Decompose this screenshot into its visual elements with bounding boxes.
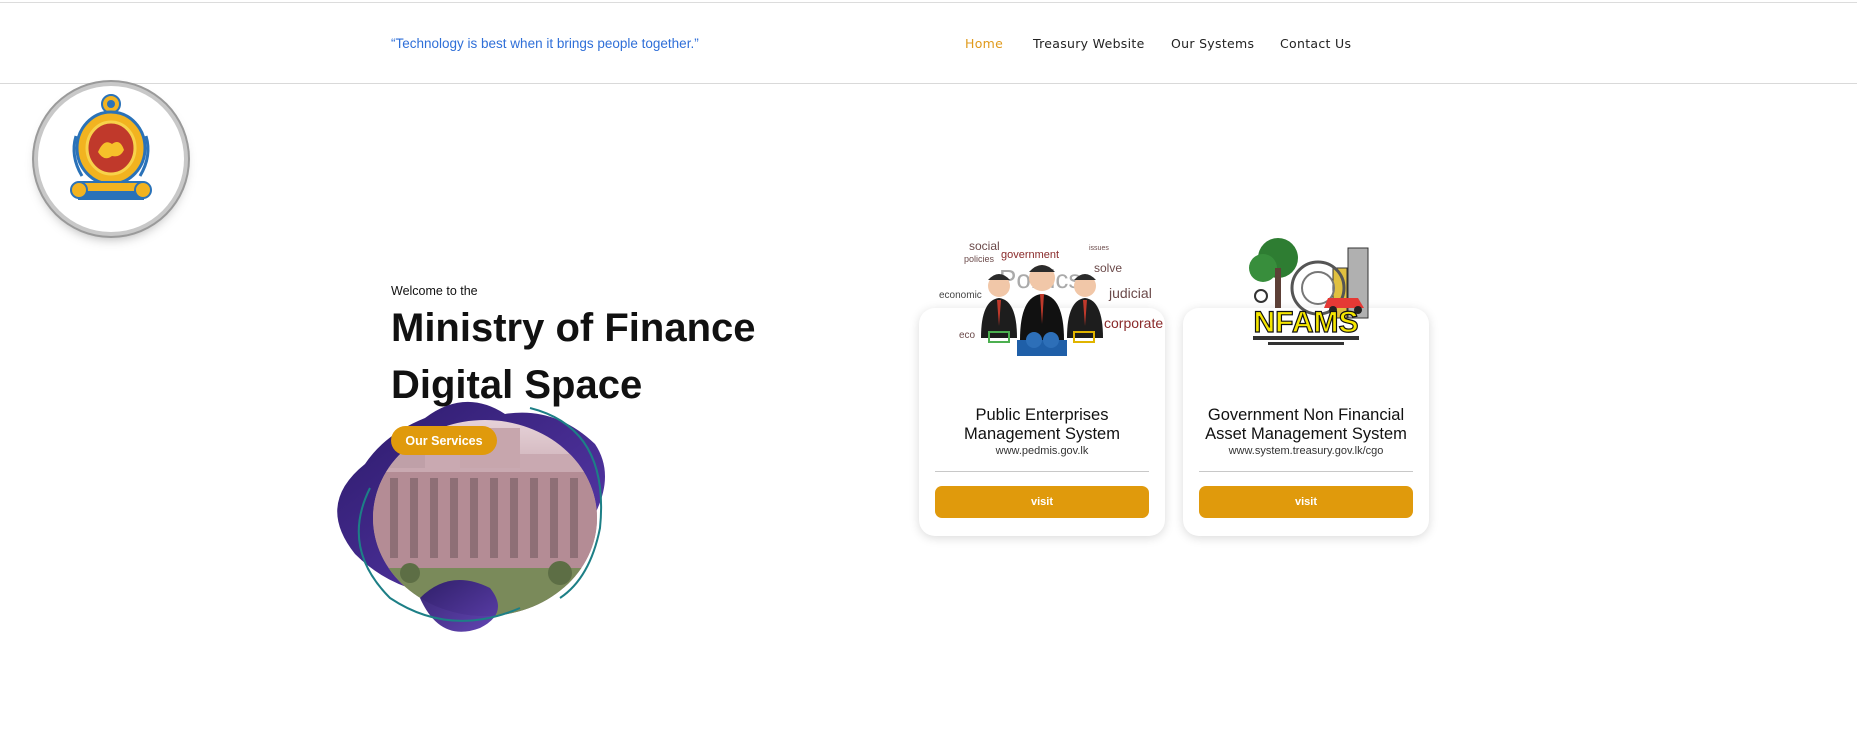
card-title-line-2: Asset Management System: [1205, 425, 1407, 443]
card-url: www.system.treasury.gov.lk/cgo: [1228, 445, 1384, 457]
business-people: [981, 265, 1103, 340]
card-title: Public Enterprises Management System: [929, 406, 1155, 444]
visit-nfams-button[interactable]: visit: [1199, 486, 1413, 518]
site-header: “Technology is best when it brings peopl…: [0, 3, 1857, 84]
svg-text:judicial: judicial: [1108, 285, 1152, 301]
card-title-line-2: Management System: [964, 425, 1120, 443]
business-people-word-cloud-icon: social policies government issues solve …: [939, 239, 1163, 356]
nav-our-systems[interactable]: Our Systems: [1171, 36, 1254, 51]
visit-pedmis-button[interactable]: visit: [935, 486, 1149, 518]
nfams-logo-text: NFAMS: [1254, 306, 1359, 339]
card-title-line-1: Public Enterprises: [975, 406, 1109, 424]
page-title: Ministry of Finance Digital Space: [391, 300, 811, 414]
nav-treasury-website[interactable]: Treasury Website: [1033, 36, 1145, 51]
nfams-logo: NFAMS: [1249, 238, 1369, 345]
sri-lanka-emblem-logo[interactable]: [38, 86, 184, 232]
svg-text:corporate: corporate: [1104, 315, 1163, 331]
svg-text:issues: issues: [1089, 245, 1109, 252]
svg-text:government: government: [1001, 249, 1059, 261]
card-title: Government Non Financial Asset Managemen…: [1193, 406, 1419, 444]
nav-contact-us[interactable]: Contact Us: [1280, 36, 1351, 51]
nav-home[interactable]: Home: [965, 36, 1003, 51]
card-divider: [1199, 471, 1413, 472]
system-card-pedmis: social policies government issues solve …: [919, 239, 1165, 536]
svg-text:economic: economic: [939, 290, 982, 301]
system-card-nfams: NFAMS Government Non Financial Asset Man…: [1183, 238, 1429, 536]
card-url: www.pedmis.gov.lk: [995, 445, 1089, 457]
svg-text:eco: eco: [959, 330, 976, 341]
card-divider: [935, 471, 1149, 472]
welcome-text: Welcome to the: [391, 284, 478, 298]
card-title-line-1: Government Non Financial: [1207, 406, 1405, 424]
our-services-button[interactable]: Our Services: [391, 426, 497, 455]
emblem-icon: [70, 94, 152, 200]
svg-text:policies: policies: [964, 254, 995, 264]
svg-text:solve: solve: [1094, 261, 1122, 275]
title-line-1: Ministry of Finance: [391, 306, 756, 350]
svg-text:social: social: [969, 239, 1000, 253]
tagline: “Technology is best when it brings peopl…: [391, 36, 699, 51]
